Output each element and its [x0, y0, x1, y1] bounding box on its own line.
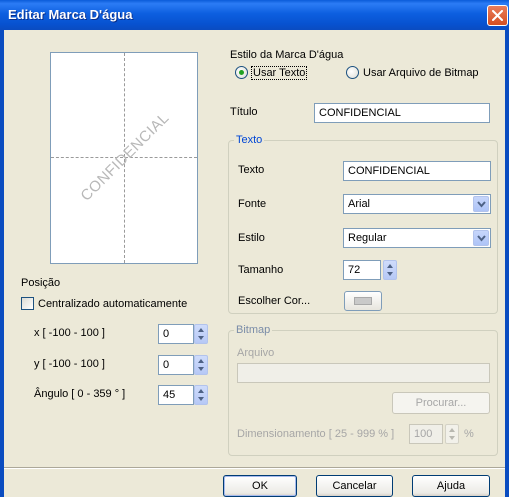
y-label: y [ -100 - 100 ] — [34, 358, 105, 370]
font-label: Fonte — [238, 198, 267, 210]
use-text-label[interactable]: Usar Texto — [250, 66, 308, 80]
text-group-title: Texto — [234, 134, 265, 146]
spin-arrows-icon — [198, 389, 204, 401]
text-label: Texto — [238, 164, 265, 176]
title-bar[interactable]: Editar Marca D'água — [0, 0, 509, 30]
style-value: Regular — [348, 232, 387, 244]
scale-spinner[interactable] — [445, 424, 459, 444]
spin-arrows-icon — [198, 328, 204, 340]
size-input[interactable]: 72 — [343, 260, 381, 280]
y-input[interactable]: 0 — [158, 355, 194, 375]
browse-button[interactable]: Procurar... — [392, 392, 490, 414]
title-label: Título — [230, 106, 258, 118]
x-label: x [ -100 - 100 ] — [34, 327, 105, 339]
chevron-down-icon — [477, 201, 486, 208]
scale-unit: % — [464, 428, 474, 440]
title-input[interactable]: CONFIDENCIAL — [314, 103, 490, 123]
footer-divider — [4, 467, 505, 469]
size-spinner[interactable] — [383, 260, 397, 280]
angle-spinner[interactable] — [194, 385, 208, 405]
font-dropdown-arrow[interactable] — [473, 196, 489, 212]
style-label: Estilo — [238, 232, 265, 244]
radio-selected-dot — [239, 70, 244, 75]
watermark-dialog: Editar Marca D'água CONFIDENCIAL Posição… — [0, 0, 509, 497]
text-input[interactable]: CONFIDENCIAL — [343, 161, 491, 181]
color-swatch — [354, 297, 372, 305]
window-frame-left — [0, 30, 4, 497]
spin-arrows-icon — [198, 359, 204, 371]
close-button[interactable] — [487, 5, 508, 26]
use-bitmap-label[interactable]: Usar Arquivo de Bitmap — [363, 67, 479, 79]
style-section-label: Estilo da Marca D'água — [230, 49, 344, 61]
style-dropdown[interactable]: Regular — [343, 228, 491, 248]
x-spinner[interactable] — [194, 324, 208, 344]
file-label: Arquivo — [237, 347, 275, 359]
cancel-button[interactable]: Cancelar — [316, 475, 393, 497]
choose-color-label: Escolher Cor... — [238, 295, 311, 307]
angle-label: Ângulo [ 0 - 359 ° ] — [34, 388, 126, 400]
auto-center-checkbox[interactable] — [21, 297, 34, 310]
scale-input[interactable]: 100 — [409, 424, 443, 444]
chevron-down-icon — [477, 235, 486, 242]
position-label: Posição — [21, 277, 61, 289]
auto-center-label[interactable]: Centralizado automaticamente — [38, 298, 187, 310]
spin-arrows-icon — [387, 264, 393, 276]
close-icon — [492, 10, 503, 21]
scale-label: Dimensionamento [ 25 - 999 % ] — [237, 428, 395, 440]
use-bitmap-radio[interactable] — [346, 66, 359, 79]
file-input[interactable] — [237, 363, 490, 383]
watermark-preview: CONFIDENCIAL — [50, 52, 198, 264]
spin-arrows-icon — [449, 428, 455, 440]
choose-color-button[interactable] — [344, 291, 382, 311]
window-frame-right — [505, 30, 509, 497]
bitmap-group-title: Bitmap — [234, 324, 273, 336]
use-text-radio[interactable] — [235, 66, 248, 79]
size-label: Tamanho — [238, 264, 284, 276]
y-spinner[interactable] — [194, 355, 208, 375]
style-dropdown-arrow[interactable] — [473, 230, 489, 246]
font-dropdown[interactable]: Arial — [343, 194, 491, 214]
ok-button[interactable]: OK — [223, 475, 297, 497]
x-input[interactable]: 0 — [158, 324, 194, 344]
angle-input[interactable]: 45 — [158, 385, 194, 405]
help-button[interactable]: Ajuda — [412, 475, 490, 497]
font-value: Arial — [348, 198, 371, 210]
window-title: Editar Marca D'água — [8, 7, 133, 22]
